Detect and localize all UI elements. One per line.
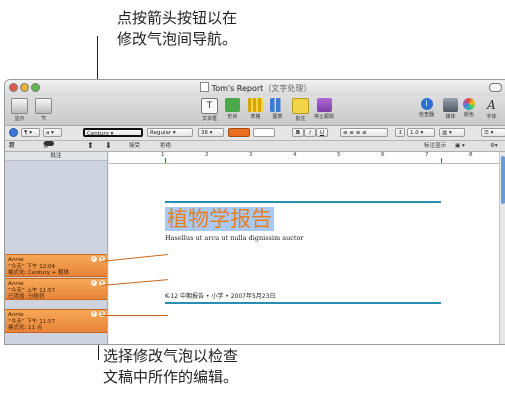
accept-button[interactable]: 接受 bbox=[129, 141, 140, 151]
track-changes-bar: 跟踪： 打开 暂停 ⬆ ⬇ 接受 拒绝 标注显示 ▣ ▾ ⚙▾ bbox=[5, 141, 505, 159]
callout-top-text: 点按箭头按钮以在 修改气泡间导航。 bbox=[117, 8, 237, 50]
scrollbar-thumb[interactable] bbox=[501, 156, 505, 204]
info-icon: i bbox=[420, 98, 433, 110]
stop-tracking-button[interactable]: 停止跟踪 bbox=[314, 98, 334, 120]
comments-pane: 批注 ✓ ✕ Annie “今天” 下午 12:04 格式化: Century … bbox=[5, 152, 108, 344]
color-wheel-icon bbox=[463, 98, 475, 110]
callout-bottom-line1: 选择修改气泡以检查 bbox=[103, 347, 239, 365]
line-spacing-select[interactable]: 1.0 ▾ bbox=[407, 128, 435, 137]
reject-button[interactable]: 拒绝 bbox=[160, 141, 171, 151]
font-family-select[interactable]: Century ▾ bbox=[83, 128, 143, 137]
comment-button[interactable]: 批注 bbox=[292, 98, 309, 122]
reject-x-icon[interactable]: ✕ bbox=[99, 311, 105, 317]
view-menu-button[interactable]: 显示 bbox=[11, 98, 28, 122]
ruler-label: 1 bbox=[161, 152, 165, 158]
sections-button[interactable]: 节 bbox=[35, 98, 52, 122]
chart-button[interactable]: 图表 bbox=[270, 98, 285, 120]
callout-top-line1: 点按箭头按钮以在 bbox=[117, 9, 238, 27]
columns-select[interactable]: ▥ ▾ bbox=[439, 128, 465, 137]
window-title-suffix: （文字处理） bbox=[263, 84, 312, 93]
horizontal-ruler[interactable]: 1 2 3 4 5 6 7 8 bbox=[109, 152, 499, 164]
shape-icon bbox=[225, 98, 240, 112]
app-window: Tom's Report（文字处理） 显示 节 T 文本框 形状 表格 图表 批… bbox=[4, 79, 505, 345]
change-connector-line bbox=[101, 315, 168, 316]
sections-icon bbox=[35, 98, 52, 114]
callout-top-line2: 修改气泡间导航。 bbox=[117, 30, 238, 48]
ruler-label: 6 bbox=[381, 152, 385, 158]
highlight-color-well[interactable] bbox=[253, 128, 275, 137]
callout-bottom-text: 选择修改气泡以检查 文稿中所作的编辑。 bbox=[103, 346, 238, 388]
list-style-select[interactable]: ☰ ▾ bbox=[481, 128, 505, 137]
text-color-well[interactable] bbox=[228, 128, 250, 137]
ruler-label: 2 bbox=[205, 152, 209, 158]
ruler-label: 3 bbox=[249, 152, 253, 158]
ruler-label: 8 bbox=[469, 152, 473, 158]
header-rule bbox=[165, 201, 441, 203]
bubble-change: 已添加: 分段符 bbox=[8, 294, 45, 300]
right-indent-marker[interactable] bbox=[441, 158, 442, 163]
bold-button[interactable]: B bbox=[292, 128, 304, 137]
window-title-name: Tom's Report bbox=[211, 84, 264, 93]
table-icon bbox=[248, 98, 263, 112]
change-bubble-1[interactable]: ✓ ✕ Annie “今天” 下午 12:04 格式化: Century + 粗… bbox=[5, 254, 107, 277]
view-icon bbox=[11, 98, 28, 114]
accept-check-icon[interactable]: ✓ bbox=[91, 256, 97, 262]
ruler-label: 4 bbox=[293, 152, 297, 158]
alignment-buttons[interactable]: ≡ ≡ ≡ ≡ bbox=[340, 128, 388, 137]
table-button[interactable]: 表格 bbox=[248, 98, 263, 120]
styles-drawer-button[interactable] bbox=[9, 128, 18, 137]
document-icon bbox=[199, 82, 209, 92]
italic-button[interactable]: I bbox=[304, 128, 316, 137]
tracking-icon bbox=[316, 98, 332, 112]
markup-display-label: 标注显示 bbox=[424, 143, 447, 149]
textbox-button[interactable]: T 文本框 bbox=[201, 98, 218, 122]
callout-bottom-line2: 文稿中所作的编辑。 bbox=[103, 368, 239, 386]
inspector-button[interactable]: i 检查器 bbox=[419, 98, 434, 118]
media-button[interactable]: 媒体 bbox=[443, 98, 458, 120]
ruler-label: 5 bbox=[337, 152, 341, 158]
colors-button[interactable]: 颜色 bbox=[463, 98, 475, 118]
font-size-select[interactable]: 36 ▾ bbox=[198, 128, 224, 137]
chart-icon bbox=[270, 98, 285, 112]
document-footer-line[interactable]: K-12 中期报告 • 小学 • 2007年5月23日 bbox=[165, 291, 275, 300]
toolbar: 显示 节 T 文本框 形状 表格 图表 批注 停止跟踪 i 检查器 媒体 颜色 … bbox=[5, 96, 505, 126]
comment-icon bbox=[292, 98, 309, 114]
bubble-change: 格式化: 11 点 bbox=[8, 325, 43, 331]
document-title[interactable]: 植物学报告 bbox=[165, 207, 274, 231]
gear-icon[interactable]: ⚙▾ bbox=[490, 141, 498, 151]
footer-rule bbox=[165, 302, 441, 304]
toolbar-toggle-button[interactable] bbox=[489, 83, 502, 92]
underline-button[interactable]: U bbox=[316, 128, 328, 137]
title-bar: Tom's Report（文字处理） bbox=[5, 80, 505, 96]
next-change-button[interactable]: ⬇ bbox=[105, 141, 112, 151]
textbox-icon: T bbox=[201, 98, 218, 114]
character-style-select[interactable]: a ▾ bbox=[43, 128, 62, 137]
fonts-icon: A bbox=[487, 98, 496, 112]
window-title: Tom's Report（文字处理） bbox=[5, 82, 505, 94]
line-spacing-icon: ↕ bbox=[395, 128, 405, 137]
fonts-button[interactable]: A 字体 bbox=[484, 98, 499, 120]
paragraph-style-select[interactable]: ¶ ▾ bbox=[21, 128, 40, 137]
accept-check-icon[interactable]: ✓ bbox=[91, 311, 97, 317]
font-weight-select[interactable]: Regular ▾ bbox=[147, 128, 193, 137]
markup-display-select[interactable]: ▣ ▾ bbox=[455, 141, 465, 151]
format-bar: ¶ ▾ a ▾ Century ▾ Regular ▾ 36 ▾ B I U ≡… bbox=[5, 126, 505, 141]
comments-pane-header: 批注 bbox=[5, 152, 107, 161]
accept-check-icon[interactable]: ✓ bbox=[91, 280, 97, 286]
document-subtitle[interactable]: Hasellus ut arcu ut nulla dignissim auct… bbox=[165, 234, 304, 242]
ruler-label: 7 bbox=[425, 152, 429, 158]
shape-button[interactable]: 形状 bbox=[225, 98, 240, 120]
change-bubble-3[interactable]: ✓ ✕ Annie “今天” 下午 11:57 格式化: 11 点 bbox=[5, 309, 107, 333]
previous-change-button[interactable]: ⬆ bbox=[87, 141, 94, 151]
change-bubble-2[interactable]: ✓ ✕ Annie “今天” 上午 11:57 已添加: 分段符 bbox=[5, 278, 107, 300]
vertical-scrollbar[interactable] bbox=[499, 152, 505, 344]
left-indent-marker[interactable] bbox=[165, 158, 166, 163]
media-icon bbox=[443, 98, 458, 112]
bubble-change: 格式化: Century + 粗体 bbox=[8, 270, 70, 276]
